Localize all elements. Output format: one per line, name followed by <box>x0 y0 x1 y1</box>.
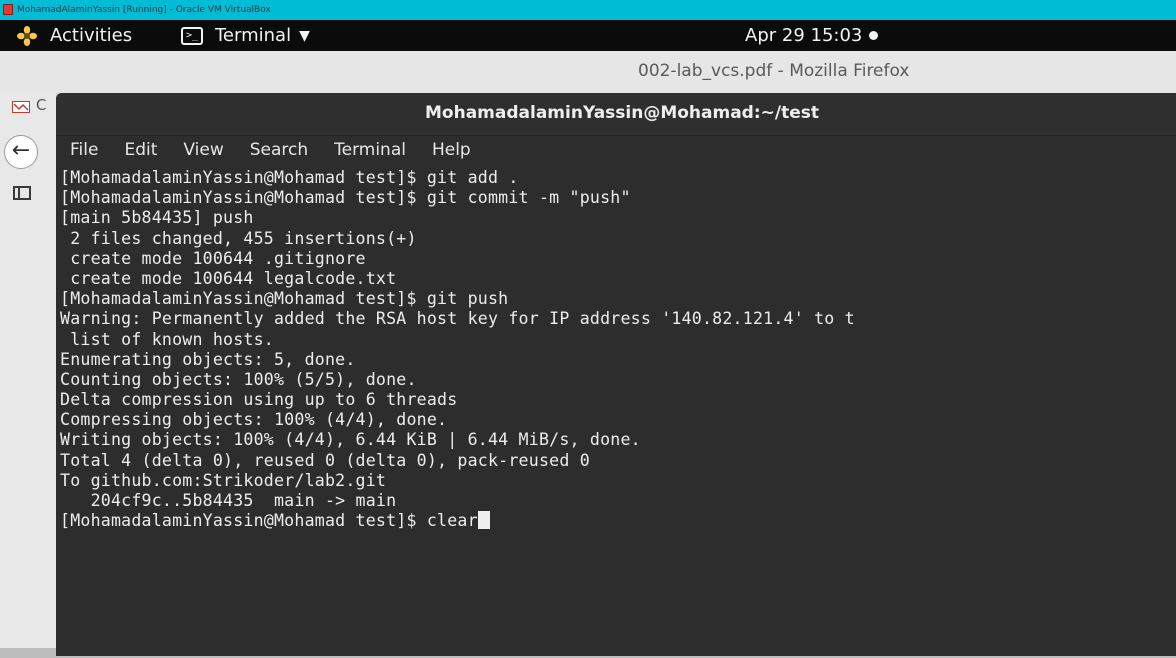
terminal-icon: >_ <box>181 26 203 45</box>
terminal-line: [MohamadalaminYassin@Mohamad test]$ git … <box>60 289 509 309</box>
firefox-tab-label[interactable]: C <box>36 96 46 114</box>
menu-file[interactable]: File <box>70 140 98 160</box>
virtualbox-title-bar: MohamadAlaminYassin [Running] - Oracle V… <box>0 0 1176 20</box>
terminal-line: Writing objects: 100% (4/4), 6.44 KiB | … <box>60 430 641 450</box>
caret-down-icon: ▼ <box>299 27 310 44</box>
terminal-line: list of known hosts. <box>60 329 274 349</box>
terminal-line: [MohamadalaminYassin@Mohamad test]$ git … <box>60 188 631 208</box>
sidebar-toggle-icon[interactable] <box>13 186 31 200</box>
menu-edit[interactable]: Edit <box>124 140 157 160</box>
text-cursor <box>477 511 490 530</box>
terminal-line: Counting objects: 100% (5/5), done. <box>60 369 417 389</box>
clock-button[interactable]: Apr 29 15:03 <box>745 20 879 51</box>
terminal-line: 204cf9c..5b84435 main -> main <box>60 491 397 510</box>
terminal-line: create mode 100644 .gitignore <box>60 248 366 268</box>
terminal-menu-bar: File Edit View Search Terminal Help <box>56 136 1176 164</box>
terminal-window-title: MohamadalaminYassin@Mohamad:~/test <box>425 103 820 123</box>
terminal-line: Compressing objects: 100% (4/4), done. <box>60 410 448 430</box>
terminal-line: create mode 100644 legalcode.txt <box>60 268 397 288</box>
activities-icon <box>17 25 37 46</box>
terminal-line: Total 4 (delta 0), reused 0 (delta 0), p… <box>60 450 590 470</box>
virtualbox-window-title: MohamadAlaminYassin [Running] - Oracle V… <box>17 5 271 15</box>
terminal-line: To github.com:Strikoder/lab2.git <box>60 470 387 490</box>
terminal-line: Warning: Permanently added the RSA host … <box>60 309 855 329</box>
clock-label: Apr 29 15:03 <box>745 25 863 46</box>
gnome-top-bar: Activities >_ Terminal ▼ Apr 29 15:03 <box>0 20 1176 51</box>
terminal-line: [MohamadalaminYassin@Mohamad test]$ git … <box>60 168 519 187</box>
menu-search[interactable]: Search <box>250 140 308 160</box>
terminal-output[interactable]: [MohamadalaminYassin@Mohamad test]$ git … <box>60 168 1176 648</box>
pdf-tab-icon[interactable] <box>12 101 30 113</box>
terminal-prompt-line[interactable]: [MohamadalaminYassin@Mohamad test]$ clea… <box>60 511 1176 531</box>
terminal-prompt-text: [MohamadalaminYassin@Mohamad test]$ clea… <box>60 511 478 531</box>
firefox-window-title: 002-lab_vcs.pdf - Mozilla Firefox <box>638 61 910 81</box>
back-arrow-icon[interactable]: ← <box>4 135 38 169</box>
terminal-title-bar[interactable]: MohamadalaminYassin@Mohamad:~/test <box>56 93 1176 136</box>
app-menu-terminal[interactable]: >_ Terminal ▼ <box>181 20 310 51</box>
terminal-line: Delta compression using up to 6 threads <box>60 390 458 410</box>
menu-help[interactable]: Help <box>432 140 471 160</box>
terminal-line: 2 files changed, 455 insertions(+) <box>60 228 417 248</box>
terminal-line: [main 5b84435] push <box>60 208 254 228</box>
menu-terminal[interactable]: Terminal <box>334 140 406 160</box>
app-menu-label: Terminal <box>215 25 292 46</box>
menu-view[interactable]: View <box>183 140 223 160</box>
notification-dot-icon <box>869 31 879 40</box>
activities-button[interactable]: Activities <box>16 20 132 51</box>
terminal-window[interactable]: MohamadalaminYassin@Mohamad:~/test File … <box>56 93 1176 656</box>
terminal-line: Enumerating objects: 5, done. <box>60 349 356 369</box>
firefox-title-bar[interactable]: 002-lab_vcs.pdf - Mozilla Firefox <box>0 51 1176 94</box>
virtualbox-icon <box>3 4 13 15</box>
activities-label: Activities <box>50 25 133 46</box>
firefox-visible-strip: C ← <box>0 93 56 658</box>
